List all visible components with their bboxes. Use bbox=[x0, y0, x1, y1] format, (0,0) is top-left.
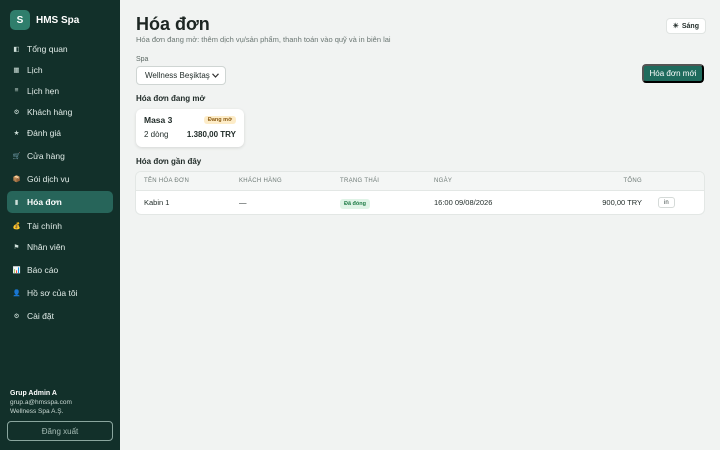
invoice-name-cell: Kabin 1 bbox=[144, 198, 170, 207]
sidebar-item-appointments[interactable]: ≡ Lịch hẹn bbox=[7, 80, 113, 101]
sidebar-item-label: Báo cáo bbox=[27, 264, 59, 275]
customers-icon: ⚙ bbox=[13, 108, 20, 116]
sidebar-item-reports[interactable]: 📊 Báo cáo bbox=[7, 259, 113, 280]
user-company: Wellness Spa A.Ş. bbox=[10, 408, 64, 415]
brand[interactable]: S HMS Spa bbox=[0, 0, 120, 38]
sidebar-nav: ◧ Tổng quan ▦ Lịch ≡ Lịch hẹn ⚙ Khách hà… bbox=[0, 38, 120, 326]
user-email: grup.a@hmsspa.com bbox=[10, 399, 72, 406]
logout-button[interactable]: Đăng xuất bbox=[7, 421, 113, 441]
sidebar-item-label: Hóa đơn bbox=[27, 197, 62, 207]
open-invoices-title: Hóa đơn đang mở bbox=[136, 94, 206, 103]
money-bag-icon: 💰 bbox=[12, 222, 21, 230]
column-header-date: NGÀY bbox=[434, 178, 453, 184]
calendar-icon: ▦ bbox=[13, 66, 20, 74]
sidebar-item-packages[interactable]: 📦 Gói dịch vụ bbox=[7, 168, 113, 189]
sidebar-item-customers[interactable]: ⚙ Khách hàng bbox=[7, 101, 113, 122]
sidebar-item-label: Gói dịch vụ bbox=[27, 173, 70, 184]
sidebar-item-profile[interactable]: 👤 Hồ sơ của tôi bbox=[7, 282, 113, 303]
open-invoice-card[interactable]: Masa 3 Đang mở 2 dòng 1.380,00 TRY bbox=[136, 109, 244, 147]
sidebar-item-label: Hồ sơ của tôi bbox=[27, 287, 78, 298]
sidebar-item-label: Nhân viên bbox=[27, 241, 66, 252]
date-cell: 16:00 09/08/2026 bbox=[434, 198, 493, 207]
column-header-status: TRẠNG THÁI bbox=[340, 178, 380, 184]
status-badge: Đang mở bbox=[203, 116, 236, 124]
sidebar-item-settings[interactable]: ⚙ Cài đặt bbox=[7, 305, 113, 326]
column-header-name: TÊN HÓA ĐƠN bbox=[144, 178, 190, 184]
sidebar-item-reviews[interactable]: ★ Đánh giá bbox=[7, 122, 113, 143]
page-subtitle: Hóa đơn đang mở: thêm dịch vụ/sản phẩm, … bbox=[136, 35, 391, 44]
chart-icon: 📊 bbox=[12, 266, 21, 274]
theme-label: Sáng bbox=[681, 22, 699, 30]
recent-invoices-title: Hóa đơn gần đây bbox=[136, 157, 202, 166]
sidebar-item-label: Tài chính bbox=[27, 220, 62, 231]
package-icon: 📦 bbox=[12, 175, 21, 183]
spa-select[interactable]: Wellness Beşiktaş bbox=[136, 66, 226, 85]
chevron-down-icon bbox=[212, 73, 219, 78]
status-badge: Đã đóng bbox=[340, 199, 370, 209]
sidebar-item-invoices[interactable]: ▮ Hóa đơn bbox=[7, 191, 113, 213]
sidebar-item-staff[interactable]: ⚑ Nhân viên bbox=[7, 236, 113, 257]
overview-icon: ◧ bbox=[13, 45, 20, 53]
sidebar-item-calendar[interactable]: ▦ Lịch bbox=[7, 59, 113, 80]
sidebar: S HMS Spa ◧ Tổng quan ▦ Lịch ≡ Lịch hẹn … bbox=[0, 0, 120, 450]
table-header: TÊN HÓA ĐƠN KHÁCH HÀNG TRẠNG THÁI NGÀY T… bbox=[136, 172, 704, 191]
column-header-total: TỔNG bbox=[623, 178, 642, 184]
brand-name: HMS Spa bbox=[36, 14, 80, 26]
invoice-icon: ▮ bbox=[14, 199, 19, 206]
customer-cell: — bbox=[239, 198, 247, 207]
brand-logo: S bbox=[10, 10, 30, 30]
flag-icon: ⚑ bbox=[13, 243, 20, 251]
open-invoice-amount: 1.380,00 TRY bbox=[186, 130, 236, 139]
table-row[interactable]: Kabin 1 — Đã đóng 16:00 09/08/2026 900,0… bbox=[136, 191, 704, 214]
print-button[interactable]: in bbox=[658, 197, 675, 208]
sidebar-item-label: Khách hàng bbox=[27, 106, 73, 117]
user-info: Grup Admin A grup.a@hmsspa.com Wellness … bbox=[10, 389, 72, 416]
recent-invoices-table: TÊN HÓA ĐƠN KHÁCH HÀNG TRẠNG THÁI NGÀY T… bbox=[136, 172, 704, 214]
sidebar-item-overview[interactable]: ◧ Tổng quan bbox=[7, 38, 113, 59]
new-invoice-button[interactable]: Hóa đơn mới bbox=[642, 64, 704, 83]
profile-icon: 👤 bbox=[12, 289, 21, 297]
sidebar-item-finance[interactable]: 💰 Tài chính bbox=[7, 215, 113, 236]
open-invoice-lines: 2 dòng bbox=[144, 130, 169, 139]
theme-toggle-button[interactable]: ☀ Sáng bbox=[665, 18, 706, 34]
column-header-customer: KHÁCH HÀNG bbox=[239, 178, 283, 184]
spa-select-value: Wellness Beşiktaş bbox=[145, 71, 210, 80]
sidebar-item-label: Tổng quan bbox=[27, 43, 68, 54]
cart-icon: 🛒 bbox=[12, 152, 21, 160]
sidebar-item-label: Cửa hàng bbox=[27, 150, 65, 161]
spa-label: Spa bbox=[136, 56, 149, 63]
user-name: Grup Admin A bbox=[10, 390, 57, 397]
sidebar-item-label: Đánh giá bbox=[27, 127, 62, 138]
sidebar-item-label: Cài đặt bbox=[27, 310, 54, 321]
sidebar-item-store[interactable]: 🛒 Cửa hàng bbox=[7, 145, 113, 166]
sidebar-item-label: Lịch bbox=[27, 64, 43, 75]
total-cell: 900,00 TRY bbox=[602, 198, 642, 207]
page-title: Hóa đơn bbox=[136, 14, 210, 34]
main-content: ☀ Sáng Hóa đơn Hóa đơn đang mở: thêm dịc… bbox=[120, 0, 720, 450]
appointments-icon: ≡ bbox=[14, 87, 19, 94]
star-icon: ★ bbox=[13, 129, 20, 137]
sidebar-item-label: Lịch hẹn bbox=[27, 85, 60, 96]
sun-icon: ☀ bbox=[672, 23, 679, 30]
settings-icon: ⚙ bbox=[13, 312, 20, 320]
